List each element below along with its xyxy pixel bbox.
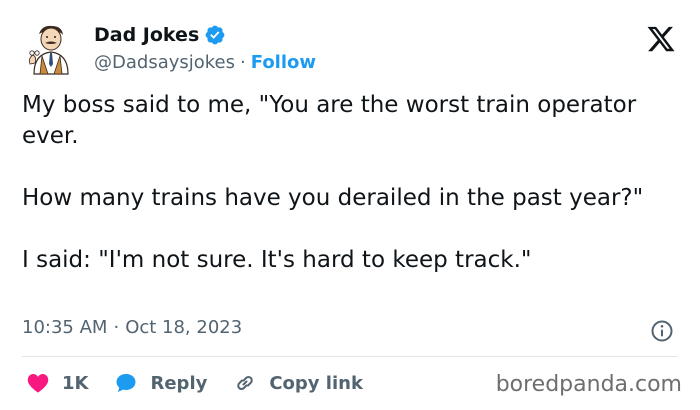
link-icon	[237, 376, 254, 390]
copy-link-label: Copy link	[269, 372, 363, 394]
tweet-timestamp[interactable]: 10:35 AM · Oct 18, 2023	[22, 317, 242, 338]
tweet-header: Dad Jokes @Dadsaysjokes · Follow	[22, 18, 682, 80]
timestamp-separator: ·	[113, 317, 120, 338]
display-name[interactable]: Dad Jokes	[94, 24, 199, 46]
copy-link-button[interactable]: Copy link	[233, 371, 363, 395]
heart-icon	[27, 373, 49, 393]
action-bar: 1K Reply Copy link	[26, 368, 389, 398]
reply-button[interactable]: Reply	[114, 371, 207, 395]
avatar[interactable]	[22, 20, 78, 76]
tweet-time: 10:35 AM	[22, 317, 108, 338]
follow-button[interactable]: Follow	[251, 52, 316, 73]
tweet-paragraph: How many trains have you derailed in the…	[22, 185, 644, 211]
watermark: boredpanda.com	[495, 372, 682, 397]
tweet-paragraph: I said: "I'm not sure. It's hard to keep…	[22, 247, 532, 273]
info-icon[interactable]	[650, 319, 674, 343]
verified-badge-icon	[205, 25, 225, 45]
author-handle[interactable]: @Dadsaysjokes	[94, 52, 235, 73]
like-count: 1K	[62, 372, 89, 394]
handle-separator: ·	[240, 51, 246, 73]
tweet-text: My boss said to me, "You are the worst t…	[22, 90, 662, 276]
handle-row: @Dadsaysjokes · Follow	[94, 50, 316, 74]
tweet-paragraph: My boss said to me, "You are the worst t…	[22, 92, 637, 149]
reply-label: Reply	[150, 372, 208, 394]
divider	[22, 356, 678, 357]
like-button[interactable]: 1K	[26, 371, 88, 395]
tweet-date: Oct 18, 2023	[125, 317, 243, 338]
name-row: Dad Jokes	[94, 22, 226, 48]
reply-bubble-icon	[116, 374, 136, 392]
x-logo-icon[interactable]	[646, 24, 676, 54]
dad-avatar-icon	[29, 25, 69, 75]
